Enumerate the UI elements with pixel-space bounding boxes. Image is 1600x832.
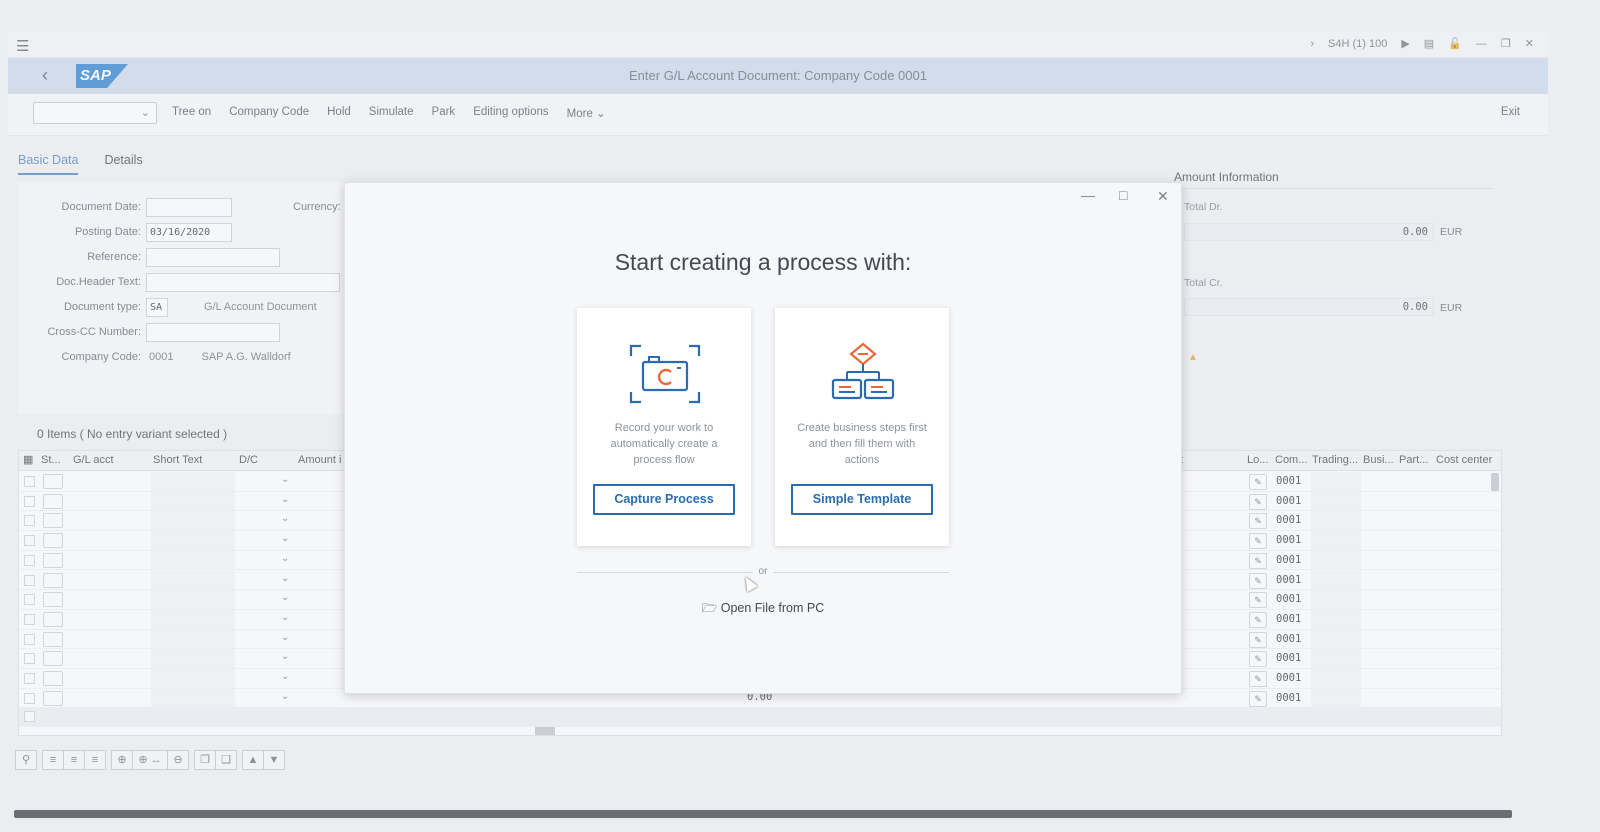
flowchart-icon <box>831 342 895 400</box>
open-file-label: Open File from PC <box>720 601 825 615</box>
maximize-icon[interactable]: □ <box>1119 187 1127 203</box>
open-file-link[interactable]: 🗁 Open File from PC <box>345 599 1181 620</box>
camera-icon <box>629 344 701 404</box>
dialog-title: Start creating a process with: <box>614 249 912 275</box>
or-separator: or <box>345 566 1181 577</box>
close-icon[interactable]: ✕ <box>1157 188 1169 205</box>
start-process-dialog: — □ ✕ Start creating a process with: Rec… <box>344 182 1182 694</box>
simple-template-card[interactable]: Create business steps first and then fil… <box>775 308 949 546</box>
capture-process-button[interactable]: Capture Process <box>593 484 735 515</box>
simple-template-button[interactable]: Simple Template <box>791 484 933 515</box>
capture-process-card[interactable]: Record your work to automatically create… <box>577 308 751 546</box>
folder-icon: 🗁 <box>701 601 718 615</box>
minimize-icon[interactable]: — <box>1081 187 1095 203</box>
simple-template-description: Create business steps first and then fil… <box>797 422 927 466</box>
or-label: or <box>752 566 774 577</box>
capture-process-description: Record your work to automatically create… <box>610 422 718 466</box>
